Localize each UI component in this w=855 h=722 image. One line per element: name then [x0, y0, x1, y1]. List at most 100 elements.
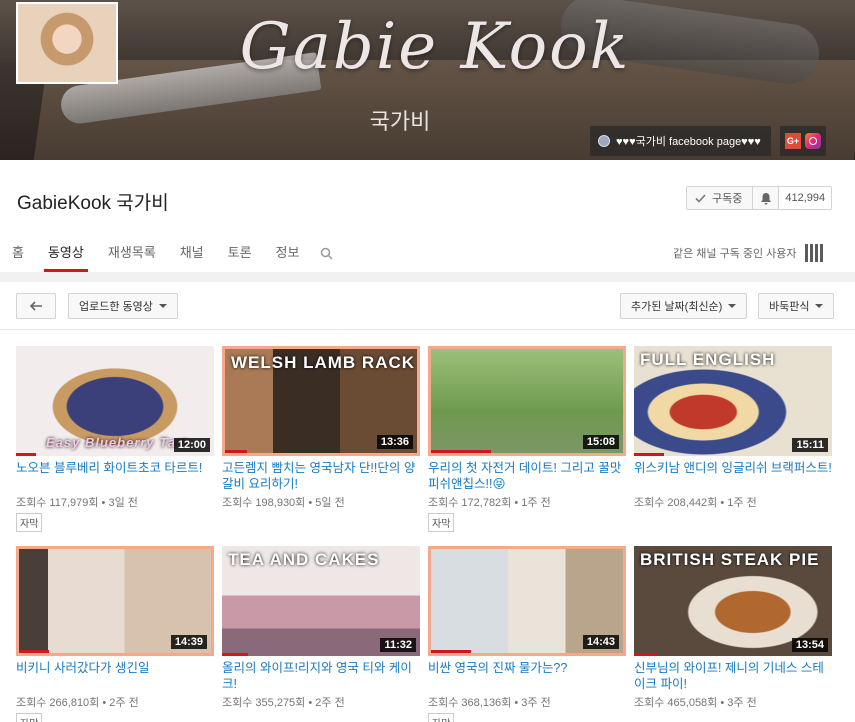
chevron-down-icon [158, 304, 167, 308]
videos-panel: 업로드한 동영상 추가된 날짜(최신순) 바둑판식 Easy Blueberry… [0, 282, 855, 722]
video-meta: 조회수 368,136회 • 3주 전 [428, 697, 551, 709]
subscribe-label: 구독중 [712, 193, 743, 205]
video-views: 조회수 198,930회 [222, 497, 306, 509]
tab-videos[interactable]: 동영상 [36, 240, 96, 272]
uploads-dropdown-label: 업로드한 동영상 [79, 301, 153, 313]
video-meta: 조회수 172,782회 • 1주 전 [428, 497, 551, 509]
video-age: 5일 전 [315, 497, 345, 509]
channel-page: Gabie Kook 국가비 ♥♥♥국가비 facebook page♥♥♥ G… [0, 0, 855, 722]
video-meta: 조회수 355,275회 • 2주 전 [222, 697, 345, 709]
video-views: 조회수 208,442회 [634, 497, 718, 509]
thumbnail-overlay-text: FULL ENGLISH [640, 350, 776, 369]
video-thumbnail[interactable]: 14:39 [16, 546, 214, 656]
video-card[interactable]: Easy Blueberry Tart 12:00 노오븐 블루베리 화이트초코… [16, 346, 214, 532]
video-thumbnail[interactable]: TEA AND CAKES 11:32 [222, 546, 420, 656]
video-views: 조회수 266,810회 [16, 697, 100, 709]
video-card[interactable]: 14:39 비키니 사러갔다가 생긴일 조회수 266,810회 • 2주 전 … [16, 546, 214, 722]
video-title[interactable]: 비키니 사러갔다가 생긴일 [16, 660, 214, 692]
video-title[interactable]: 신부님의 와이프! 제니의 기네스 스테이크 파이! [634, 660, 832, 692]
video-thumbnail[interactable]: WELSH LAMB RACK 13:36 [222, 346, 420, 456]
video-duration: 15:11 [792, 438, 828, 452]
related-channel-thumb[interactable] [804, 244, 823, 262]
caption-badge: 자막 [16, 513, 43, 532]
video-thumbnail[interactable]: 15:08 [428, 346, 626, 456]
tab-playlists[interactable]: 재생목록 [96, 240, 168, 272]
caption-badge: 자막 [16, 713, 43, 722]
chevron-down-icon [728, 304, 737, 308]
video-card[interactable]: BRITISH STEAK PIE 13:54 신부님의 와이프! 제니의 기네… [634, 546, 832, 710]
video-card[interactable]: TEA AND CAKES 11:32 올리의 와이프!리지와 영국 티와 케이… [222, 546, 420, 710]
view-dropdown-label: 바둑판식 [769, 301, 810, 313]
tab-discussion[interactable]: 토론 [216, 240, 264, 272]
facebook-link[interactable]: ♥♥♥국가비 facebook page♥♥♥ [590, 126, 771, 156]
tab-channels[interactable]: 채널 [168, 240, 216, 272]
video-thumbnail[interactable]: Easy Blueberry Tart 12:00 [16, 346, 214, 456]
video-title[interactable]: 위스키남 앤디의 잉글리쉬 브랙퍼스트! [634, 460, 832, 492]
subscriber-count: 412,994 [779, 187, 832, 209]
sort-dropdown[interactable]: 추가된 날짜(최신순) [620, 293, 748, 319]
subscribe-button[interactable]: 구독중 [687, 187, 754, 209]
video-title[interactable]: 비싼 영국의 진짜 물가는?? [428, 660, 626, 692]
video-meta: 조회수 465,058회 • 3주 전 [634, 697, 757, 709]
video-card[interactable]: 15:08 우리의 첫 자전거 데이트! 그리고 꿀맛 피쉬앤칩스!!😝 조회수… [428, 346, 626, 532]
chevron-down-icon [815, 304, 824, 308]
channel-name[interactable]: GabieKook 국가비 [17, 188, 169, 215]
tab-about[interactable]: 정보 [264, 240, 312, 272]
check-icon [695, 193, 706, 203]
video-meta: 조회수 208,442회 • 1주 전 [634, 497, 757, 509]
video-title[interactable]: 고든렘지 빰치는 영국남자 단!!단의 양갈비 요리하기! [222, 460, 420, 492]
video-thumbnail[interactable]: 14:43 [428, 546, 626, 656]
video-views: 조회수 172,782회 [428, 497, 512, 509]
channel-avatar[interactable] [16, 2, 118, 84]
video-duration: 14:43 [582, 635, 619, 649]
related-channels-label: 같은 채널 구독 중인 사용자 [673, 248, 797, 260]
video-thumbnail[interactable]: BRITISH STEAK PIE 13:54 [634, 546, 832, 656]
thumbnail-overlay-text: WELSH LAMB RACK [231, 353, 416, 372]
video-meta: 조회수 198,930회 • 5일 전 [222, 497, 345, 509]
watch-progress [16, 453, 36, 456]
video-title[interactable]: 우리의 첫 자전거 데이트! 그리고 꿀맛 피쉬앤칩스!!😝 [428, 460, 626, 492]
watch-progress [222, 653, 248, 656]
social-links: G+ [780, 126, 826, 156]
channel-search-button[interactable] [311, 240, 341, 266]
sort-dropdown-label: 추가된 날짜(최신순) [631, 301, 723, 313]
subscribe-group: 구독중 412,994 [686, 186, 833, 210]
tab-home[interactable]: 홈 [0, 240, 36, 272]
video-card[interactable]: WELSH LAMB RACK 13:36 고든렘지 빰치는 영국남자 단!!단… [222, 346, 420, 510]
video-title[interactable]: 올리의 와이프!리지와 영국 티와 케이크! [222, 660, 420, 692]
watch-progress [431, 450, 491, 453]
banner-title: Gabie Kook [239, 10, 631, 84]
caption-badge: 자막 [428, 513, 455, 532]
video-card[interactable]: FULL ENGLISH 15:11 위스키남 앤디의 잉글리쉬 브랙퍼스트! … [634, 346, 832, 510]
watch-progress [19, 650, 49, 653]
videos-toolbar: 업로드한 동영상 추가된 날짜(최신순) 바둑판식 [0, 282, 855, 330]
video-meta: 조회수 117,979회 • 3일 전 [16, 497, 138, 509]
video-duration: 13:36 [376, 435, 413, 449]
video-age: 3주 전 [727, 697, 757, 709]
thumbnail-overlay-text: Easy Blueberry Tart [46, 435, 188, 450]
watch-progress [225, 450, 247, 453]
video-age: 3주 전 [521, 697, 551, 709]
video-views: 조회수 368,136회 [428, 697, 512, 709]
video-duration: 11:32 [380, 638, 416, 652]
bell-icon [760, 192, 771, 204]
video-views: 조회수 117,979회 [16, 497, 99, 509]
view-dropdown[interactable]: 바둑판식 [758, 293, 835, 319]
notification-bell-button[interactable] [753, 187, 780, 209]
watch-progress [634, 453, 664, 456]
back-arrow-icon [29, 301, 42, 311]
video-thumbnail[interactable]: FULL ENGLISH 15:11 [634, 346, 832, 456]
back-button[interactable] [16, 293, 56, 319]
instagram-icon[interactable] [805, 133, 821, 149]
video-duration: 12:00 [173, 438, 210, 452]
search-icon [320, 247, 333, 260]
thumbnail-overlay-text: BRITISH STEAK PIE [640, 550, 820, 569]
video-views: 조회수 355,275회 [222, 697, 306, 709]
related-channels[interactable]: 같은 채널 구독 중인 사용자 [673, 244, 823, 262]
video-title[interactable]: 노오븐 블루베리 화이트초코 타르트! [16, 460, 214, 492]
globe-icon [598, 135, 610, 147]
video-card[interactable]: 14:43 비싼 영국의 진짜 물가는?? 조회수 368,136회 • 3주 … [428, 546, 626, 722]
uploads-dropdown[interactable]: 업로드한 동영상 [68, 293, 178, 319]
google-plus-icon[interactable]: G+ [785, 133, 801, 149]
channel-header: GabieKook 국가비 구독중 412,994 홈 동영상 재생목록 채널 … [0, 160, 855, 272]
